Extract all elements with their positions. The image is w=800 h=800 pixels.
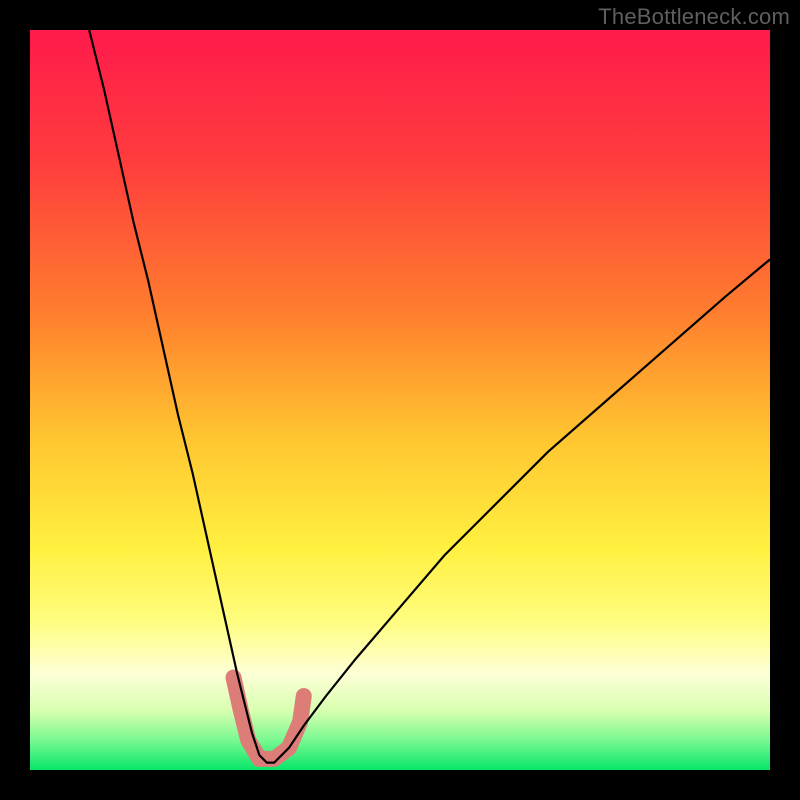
plot-area (30, 30, 770, 770)
chart-svg (30, 30, 770, 770)
chart-frame: TheBottleneck.com (0, 0, 800, 800)
watermark-text: TheBottleneck.com (598, 4, 790, 30)
plot-background (30, 30, 770, 770)
